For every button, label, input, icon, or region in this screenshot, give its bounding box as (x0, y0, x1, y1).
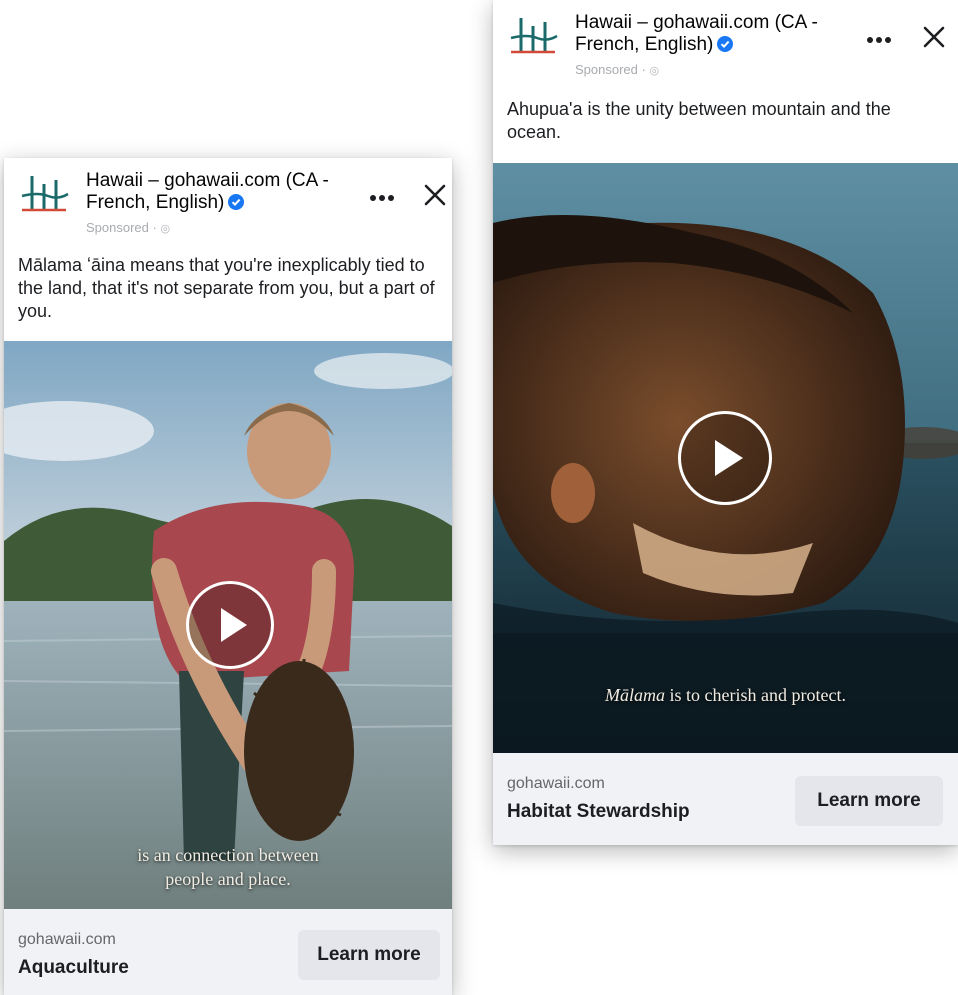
verified-badge-icon (228, 194, 245, 210)
ad-headline[interactable]: Aquaculture (18, 957, 129, 979)
more-options-icon[interactable] (368, 191, 396, 203)
page-name-text[interactable]: Hawaii – gohawaii.com (CA - French, Engl… (86, 170, 329, 213)
ad-header: Hawaii – gohawaii.com (CA - French, Engl… (4, 158, 452, 235)
page-name[interactable]: Hawaii – gohawaii.com (CA - French, Engl… (86, 170, 342, 214)
sponsored-label: Sponsored · ◎ (86, 220, 170, 235)
caption-text: is to cherish and protect. (665, 685, 846, 705)
close-icon[interactable] (921, 24, 947, 50)
sponsored-text: Sponsored · (86, 220, 161, 235)
close-icon[interactable] (422, 182, 448, 208)
ad-domain: gohawaii.com (18, 931, 116, 948)
learn-more-button[interactable]: Learn more (795, 776, 943, 826)
hawaii-logo-icon[interactable] (507, 12, 559, 60)
ad-footer[interactable]: gohawaii.com Habitat Stewardship Learn m… (493, 753, 958, 845)
ad-video[interactable]: Mālama is to cherish and protect. (493, 163, 958, 753)
play-button[interactable] (186, 581, 274, 669)
globe-icon: ◎ (160, 223, 171, 235)
caption-line-1: is an connection between (137, 845, 319, 865)
hawaii-logo-icon[interactable] (18, 170, 70, 218)
ad-headline[interactable]: Habitat Stewardship (507, 801, 690, 823)
ad-primary-text: Ahupua'a is the unity between mountain a… (507, 99, 891, 142)
video-caption: Mālama is to cherish and protect. (493, 683, 958, 707)
ad-footer[interactable]: gohawaii.com Aquaculture Learn more (4, 909, 452, 995)
learn-more-button[interactable]: Learn more (298, 930, 440, 980)
caption-emphasis: Mālama (605, 685, 666, 705)
more-options-icon[interactable] (865, 33, 893, 45)
ad-card-aquaculture: Hawaii – gohawaii.com (CA - French, Engl… (4, 158, 452, 995)
ad-domain: gohawaii.com (507, 775, 605, 792)
ad-primary-text: Mālama ʻāina means that you're inexplica… (18, 255, 435, 321)
ad-video[interactable]: is an connection between people and plac… (4, 341, 452, 909)
ad-card-habitat-stewardship: Hawaii – gohawaii.com (CA - French, Engl… (493, 0, 958, 845)
video-caption: is an connection between people and plac… (4, 843, 452, 891)
caption-line-2: people and place. (165, 869, 291, 889)
ad-header: Hawaii – gohawaii.com (CA - French, Engl… (493, 0, 958, 77)
globe-icon: ◎ (649, 65, 660, 77)
sponsored-label: Sponsored · ◎ (575, 62, 659, 77)
page-name[interactable]: Hawaii – gohawaii.com (CA - French, Engl… (575, 12, 848, 56)
play-button[interactable] (678, 411, 772, 505)
page-name-text[interactable]: Hawaii – gohawaii.com (CA - French, Engl… (575, 12, 818, 55)
sponsored-text: Sponsored · (575, 62, 650, 77)
verified-badge-icon (717, 36, 734, 52)
